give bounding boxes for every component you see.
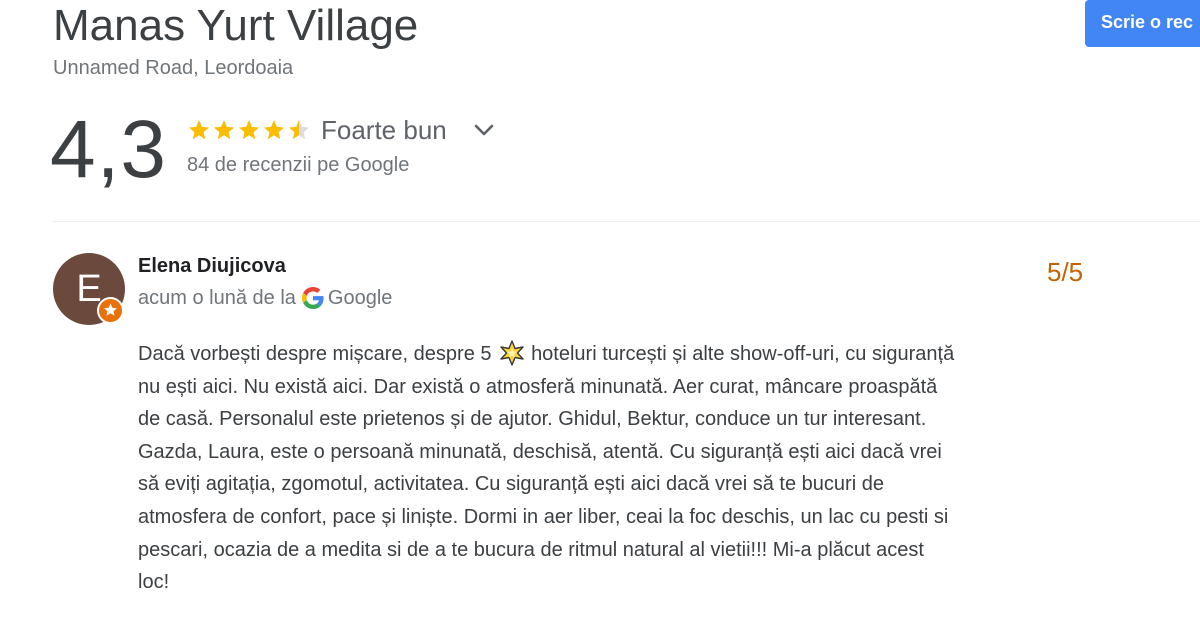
overall-rating-value: 4,3 bbox=[50, 104, 167, 195]
star-icon bbox=[239, 120, 259, 140]
google-g-icon bbox=[301, 287, 324, 309]
review-text-line: Gazda, Laura, este o persoană minunată, … bbox=[138, 440, 942, 463]
review-text-line: Dacă vorbești despre mișcare, despre 5 h… bbox=[138, 338, 1098, 371]
review-text-line: de casă. Personalul este prietenos și de… bbox=[138, 408, 927, 431]
review-count: 84 de recenzii pe Google bbox=[187, 154, 410, 176]
review-source: Google bbox=[327, 286, 393, 309]
chevron-down-icon[interactable] bbox=[470, 118, 498, 142]
review-text-line: atmosfera de confort, pace și liniște. D… bbox=[138, 505, 949, 528]
review-text-line: pescari, ocazia de a medita si de a te b… bbox=[138, 538, 924, 561]
review-text-line: să eviți agitația, zgomotul, activitatea… bbox=[138, 473, 884, 496]
star-icon bbox=[264, 120, 284, 140]
write-review-button[interactable]: Scrie o rec bbox=[1085, 0, 1200, 47]
section-divider bbox=[53, 221, 1200, 222]
review-time: acum o lună de la bbox=[138, 286, 296, 309]
review-text-line: loc! bbox=[138, 571, 170, 594]
star-icon bbox=[189, 120, 209, 140]
half-star-icon bbox=[289, 120, 309, 140]
glowing-star-emoji-icon bbox=[500, 340, 524, 366]
review-text-segment: hoteluri turcești și alte show-off-uri, … bbox=[531, 343, 955, 365]
place-title: Manas Yurt Village bbox=[53, 1, 419, 50]
review-text: Dacă vorbești despre mișcare, despre 5 h… bbox=[138, 338, 1098, 599]
reviewer-name[interactable]: Elena Diujicova bbox=[138, 254, 286, 278]
place-address: Unnamed Road, Leordoaia bbox=[53, 57, 294, 79]
review-meta: acum o lună de la Google bbox=[138, 285, 392, 311]
review-text-line: nu ești aici. Nu există aici. Dar există… bbox=[138, 375, 938, 398]
rating-stars bbox=[187, 116, 311, 144]
review-score: 5/5 bbox=[1047, 257, 1084, 287]
review-page: Manas Yurt Village Unnamed Road, Leordoa… bbox=[0, 0, 1200, 638]
review-text-segment: Dacă vorbești despre mișcare, despre 5 bbox=[138, 343, 492, 365]
star-icon bbox=[214, 120, 234, 140]
rating-label: Foarte bun bbox=[321, 115, 447, 145]
local-guide-badge-icon bbox=[97, 297, 124, 324]
